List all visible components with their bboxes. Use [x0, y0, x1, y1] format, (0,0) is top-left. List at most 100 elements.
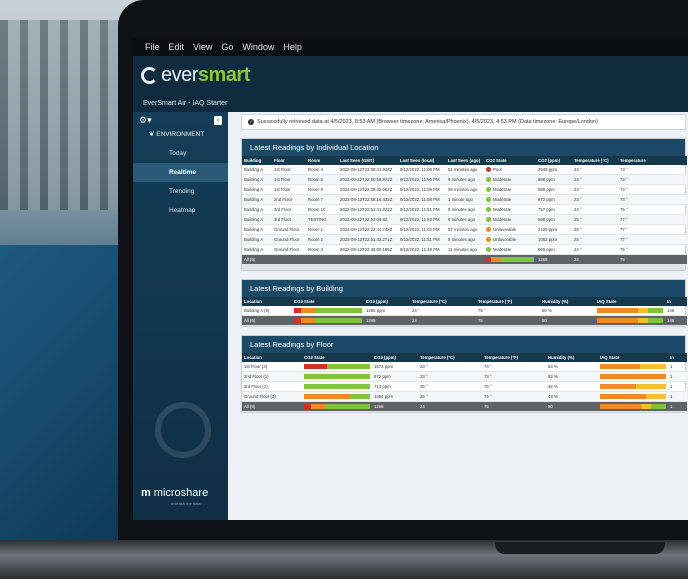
menu-file[interactable]: File — [145, 42, 160, 52]
table-cell — [446, 254, 484, 265]
state-bar — [600, 373, 666, 380]
menu-window[interactable]: Window — [242, 42, 274, 52]
table-row[interactable]: Ground Floor (3) 1454 ppm 25 ° 76 ° 48 % 1 — [242, 391, 687, 402]
table-cell: 24 — [572, 254, 618, 265]
table-cell: 2022-09-12T22:22:44.748Z — [338, 224, 398, 235]
sidebar-item-today[interactable]: Today — [133, 144, 228, 163]
table-row[interactable]: Building A Ground Floor Room 2 2022-09-12T2… — [242, 234, 687, 245]
sidebar-item-realtime[interactable]: Realtime — [133, 163, 228, 182]
column-header[interactable]: CO2 State — [302, 353, 372, 362]
collapse-sidebar-icon[interactable]: ‹ — [214, 115, 222, 125]
table-row[interactable]: Building A Ground Floor Room 1 2022-09-12T2… — [242, 224, 687, 235]
co2-state-label: Moderate — [493, 196, 512, 202]
table-row[interactable]: 2nd Floor (1) 872 ppm 23 ° 73 ° 53 % 1 — [242, 371, 687, 382]
menu-view[interactable]: View — [193, 42, 212, 52]
state-bar-segment — [637, 317, 649, 323]
table-cell: 73 ° — [618, 194, 687, 205]
table-cell: 48 % — [546, 381, 598, 392]
column-header[interactable]: Humidity (%) — [546, 353, 598, 362]
column-header[interactable]: Location — [242, 353, 302, 362]
column-header[interactable]: Last Seen (local) — [398, 156, 446, 165]
column-header[interactable]: Building — [242, 156, 272, 165]
table-cell: All (9) — [242, 254, 272, 265]
column-header[interactable]: Temperature (°C) — [572, 156, 618, 165]
column-header[interactable]: CO2 (ppm) — [536, 156, 572, 165]
table-row[interactable]: 3rd Floor (2) 713 ppm 25 ° 76 ° 48 % 1 — [242, 381, 687, 392]
table-cell: 75 ° — [618, 204, 687, 215]
table-cell: 2nd Floor — [272, 194, 306, 205]
table-cell: 2949 ppm — [536, 165, 572, 175]
column-header[interactable]: Temperature — [618, 156, 687, 165]
state-bar — [304, 363, 370, 370]
status-dot-icon — [486, 227, 491, 233]
column-header[interactable]: IAQ State — [598, 353, 668, 362]
table-cell: Moderate — [484, 204, 536, 215]
column-header[interactable]: Temperature (°C) — [418, 353, 482, 362]
table-cell — [302, 371, 372, 382]
table-cell: 50 — [540, 315, 595, 326]
column-header[interactable]: Location — [242, 297, 292, 306]
table-cell: 1573 ppm — [372, 362, 418, 372]
co2-state-label: Moderate — [493, 216, 512, 222]
table-cell: 2022-09-12T22:39:32.082Z — [338, 184, 398, 195]
sidebar-item-heatmap[interactable]: Heatmap — [133, 201, 228, 220]
table-cell: 77 ° — [618, 214, 687, 225]
table-row[interactable]: Building A 1st Floor Room 6 2022-09-12T22:3… — [242, 184, 687, 195]
status-dot-icon — [486, 237, 491, 243]
table-cell: 900 ppm — [536, 244, 572, 255]
column-header[interactable]: Temperature (°F) — [476, 297, 540, 306]
table-row[interactable]: Building A 3rd Floor Room 10 2022-09-12T22:… — [242, 204, 687, 215]
column-header[interactable]: IAQ State — [595, 297, 665, 306]
column-header[interactable]: Temperature (°F) — [482, 353, 546, 362]
table-cell: 3rd Floor — [272, 204, 306, 215]
column-header[interactable]: Floor — [272, 156, 306, 165]
column-header[interactable]: CO2 (ppm) — [372, 353, 418, 362]
column-header[interactable]: CO2 State — [292, 297, 364, 306]
table-cell: 2022-09-12T22:08:41.934Z — [338, 165, 398, 175]
column-header[interactable]: Room — [306, 156, 338, 165]
menu-go[interactable]: Go — [221, 42, 233, 52]
table-cell: 1 — [668, 362, 687, 372]
column-header[interactable]: Last Seen (GMT) — [338, 156, 398, 165]
table-row[interactable]: 1st Floor (3) 1573 ppm 23 ° 74 ° 53 % 1 — [242, 362, 687, 372]
column-header[interactable]: CO2 (ppm) — [364, 297, 410, 306]
column-header[interactable]: CO2 State — [484, 156, 536, 165]
horizontal-scrollbar[interactable] — [242, 265, 685, 270]
column-header[interactable]: In — [668, 353, 687, 362]
table-cell: 23 ° — [572, 184, 618, 195]
table-cell: Moderate — [484, 244, 536, 255]
state-bar-segment — [637, 307, 649, 313]
table-cell: 57 minutes ago — [446, 224, 484, 235]
table-cell: 48 % — [546, 391, 598, 402]
gear-icon[interactable]: ⚙▾ — [139, 115, 152, 126]
state-bar-segment — [304, 373, 370, 379]
table-row[interactable]: Building A 1st Floor Room 5 2022-09-12T22:5… — [242, 174, 687, 185]
table-cell: 1265 — [536, 254, 572, 265]
table-cell: 73 ° — [618, 184, 687, 195]
table-cell — [598, 362, 668, 372]
individual-card-title: Latest Readings by Individual Location — [242, 139, 685, 156]
table-row[interactable]: Building A 3rd Floor TESTING 2022-09-12T22:… — [242, 214, 687, 225]
table-row[interactable]: Building A 1st Floor Room 4 2022-09-12T22:0… — [242, 165, 687, 175]
sidebar-item-trending[interactable]: Trending — [133, 182, 228, 201]
column-header[interactable]: Last Seen (ago) — [446, 156, 484, 165]
column-header[interactable]: In — [665, 297, 687, 306]
column-header[interactable]: Humidity (%) — [540, 297, 595, 306]
building-table: Location CO2 State CO2 (ppm) Temperature (°… — [242, 297, 687, 326]
table-cell: Ground Floor — [272, 244, 306, 255]
table-row[interactable]: Building A Ground Floor Room 3 2022-09-12T2… — [242, 244, 687, 255]
table-cell: All (9) — [242, 315, 292, 326]
table-cell: 20 minutes ago — [446, 184, 484, 195]
table-cell: 9/12/2022, 11:50 PM — [398, 174, 446, 185]
column-header[interactable]: Temperature (°C) — [410, 297, 476, 306]
menu-edit[interactable]: Edit — [169, 42, 185, 52]
sidebar-section-label: ENVIRONMENT — [156, 131, 205, 138]
table-row[interactable]: Building A (9) 1265 ppm 24 ° 75 ° 50 % 146 — [242, 306, 687, 316]
menu-help[interactable]: Help — [283, 42, 302, 52]
state-bar — [304, 393, 370, 400]
table-cell: 73 ° — [618, 165, 687, 175]
table-cell: 2429 ppm — [536, 224, 572, 235]
table-row[interactable]: Building A 2nd Floor Room 7 2022-09-12T22:5… — [242, 194, 687, 205]
table-cell: 53 % — [546, 371, 598, 382]
floor-card-title: Latest Readings by Floor — [242, 336, 685, 353]
